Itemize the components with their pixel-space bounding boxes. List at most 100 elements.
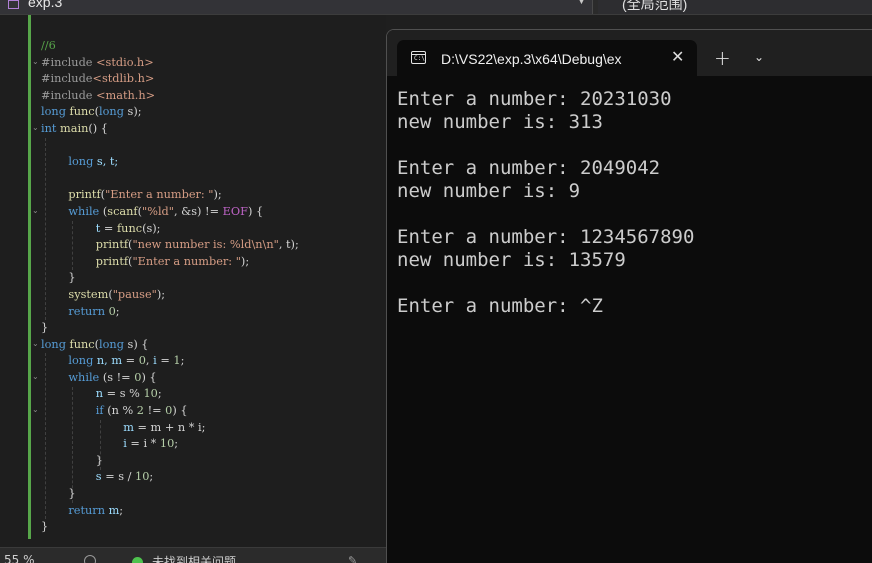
- code-token: );: [156, 287, 166, 301]
- code-line[interactable]: [41, 171, 299, 188]
- code-token: = s /: [101, 470, 136, 484]
- new-tab-button[interactable]: +: [714, 48, 731, 68]
- code-token: 10: [159, 437, 175, 451]
- code-token: long: [99, 105, 128, 119]
- console-line: new number is: 9: [397, 180, 581, 202]
- console-output[interactable]: Enter a number: 20231030 new number is: 3…: [397, 88, 694, 318]
- source-code[interactable]: //6 #include <stdio.h> #include<stdlib.h> #…: [41, 38, 299, 536]
- code-token: 0: [138, 354, 146, 368]
- code-token: s, t;: [96, 155, 119, 169]
- code-line[interactable]: long n, m = 0, i = 1;: [41, 353, 299, 370]
- code-token: 2: [136, 404, 144, 418]
- code-line[interactable]: }: [41, 519, 299, 536]
- fold-toggle-icon[interactable]: ⌄: [32, 206, 39, 215]
- code-token: n: [95, 387, 104, 401]
- code-token: while: [68, 370, 103, 384]
- code-line[interactable]: system("pause");: [41, 287, 299, 304]
- change-tracking-bar: [28, 15, 31, 539]
- console-line: Enter a number: 1234567890: [397, 226, 695, 248]
- code-editor[interactable]: ⌄ ⌄ ⌄ ⌄ ⌄ ⌄ //6 #include <stdio.h> #include<std…: [0, 15, 386, 547]
- fold-toggle-icon[interactable]: ⌄: [32, 405, 39, 414]
- code-token: m: [123, 420, 134, 434]
- code-line[interactable]: }: [41, 453, 299, 470]
- code-token: func: [69, 105, 95, 119]
- code-token: func: [69, 337, 95, 351]
- code-token: (s);: [142, 221, 161, 235]
- code-token: ;: [180, 354, 185, 368]
- terminal-tab[interactable]: C:\ D:\VS22\exp.3\x64\Debug\ex ✕: [397, 40, 697, 76]
- code-line[interactable]: if (n % 2 != 0) {: [41, 403, 299, 420]
- code-token: if: [95, 404, 108, 418]
- fold-toggle-icon[interactable]: ⌄: [32, 123, 39, 132]
- code-line[interactable]: long func(long s) {: [41, 337, 299, 354]
- code-token: #include: [41, 55, 97, 69]
- code-line[interactable]: m = m + n * i;: [41, 420, 299, 437]
- code-token: (s !=: [102, 370, 135, 384]
- chevron-down-icon[interactable]: ▼: [578, 0, 585, 6]
- code-line[interactable]: return m;: [41, 503, 299, 520]
- scope-label: (全局范围): [622, 0, 688, 12]
- code-line[interactable]: printf("Enter a number: ");: [41, 254, 299, 271]
- fold-toggle-icon[interactable]: ⌄: [32, 339, 39, 348]
- code-line[interactable]: }: [41, 270, 299, 287]
- code-token: long: [68, 354, 97, 368]
- code-token: 1: [173, 354, 181, 368]
- code-token: 10: [135, 470, 150, 484]
- code-token: printf: [95, 254, 129, 268]
- code-line[interactable]: while (s != 0) {: [41, 370, 299, 387]
- code-line[interactable]: [41, 138, 299, 155]
- code-token: EOF: [222, 204, 248, 218]
- editor-status-bar: 55 % 未找到相关问题 ✎: [0, 547, 386, 563]
- function-scope-dropdown[interactable]: (全局范围): [598, 0, 872, 14]
- code-token: ) {: [172, 404, 188, 418]
- chevron-down-icon[interactable]: ⌄: [754, 50, 764, 64]
- file-scope-dropdown[interactable]: exp.3 ▼: [0, 0, 593, 14]
- fold-toggle-icon[interactable]: ⌄: [32, 57, 39, 66]
- code-line[interactable]: #include<stdlib.h>: [41, 71, 299, 88]
- fold-toggle-icon[interactable]: ⌄: [32, 372, 39, 381]
- code-token: main: [60, 121, 89, 135]
- code-token: "Enter a number: ": [105, 188, 214, 202]
- close-icon[interactable]: ✕: [671, 48, 684, 66]
- code-token: =: [156, 354, 174, 368]
- code-line[interactable]: i = i * 10;: [41, 436, 299, 453]
- code-line[interactable]: n = s % 10;: [41, 386, 299, 403]
- code-line[interactable]: s = s / 10;: [41, 469, 299, 486]
- code-token: ) {: [141, 370, 157, 384]
- code-token: =: [100, 221, 117, 235]
- code-token: scanf: [107, 204, 138, 218]
- code-token: s) {: [127, 337, 149, 351]
- code-token: (n %: [107, 404, 137, 418]
- code-line[interactable]: t = func(s);: [41, 221, 299, 238]
- editor-gutter: [0, 15, 28, 547]
- code-line[interactable]: while (scanf("%ld", &s) != EOF) {: [41, 204, 299, 221]
- code-line[interactable]: int main() {: [41, 121, 299, 138]
- code-token: <math.h>: [96, 88, 156, 102]
- code-line[interactable]: }: [41, 486, 299, 503]
- code-token: long: [99, 337, 128, 351]
- code-line[interactable]: printf("new number is: %ld\n\n", t);: [41, 237, 299, 254]
- code-line[interactable]: //6: [41, 38, 299, 55]
- code-token: }: [41, 321, 49, 335]
- code-line[interactable]: return 0;: [41, 304, 299, 321]
- tab-title: D:\VS22\exp.3\x64\Debug\ex: [441, 51, 622, 67]
- console-line: new number is: 313: [397, 111, 603, 133]
- code-line[interactable]: printf("Enter a number: ");: [41, 187, 299, 204]
- code-line[interactable]: }: [41, 320, 299, 337]
- code-token: "pause": [112, 287, 157, 301]
- code-token: #include: [41, 72, 93, 86]
- code-token: #include: [41, 88, 97, 102]
- code-token: );: [213, 188, 222, 202]
- code-token: int: [41, 121, 61, 135]
- terminal-window: C:\ D:\VS22\exp.3\x64\Debug\ex ✕ + ⌄ Ent…: [386, 29, 872, 563]
- code-line[interactable]: #include <stdio.h>: [41, 55, 299, 72]
- file-name-label: exp.3: [28, 0, 63, 10]
- code-token: <stdio.h>: [96, 55, 154, 69]
- code-token: n, m: [96, 354, 123, 368]
- terminal-titlebar[interactable]: C:\ D:\VS22\exp.3\x64\Debug\ex ✕ + ⌄: [387, 30, 872, 76]
- code-line[interactable]: long s, t;: [41, 154, 299, 171]
- code-line[interactable]: #include <math.h>: [41, 88, 299, 105]
- code-line[interactable]: long func(long s);: [41, 104, 299, 121]
